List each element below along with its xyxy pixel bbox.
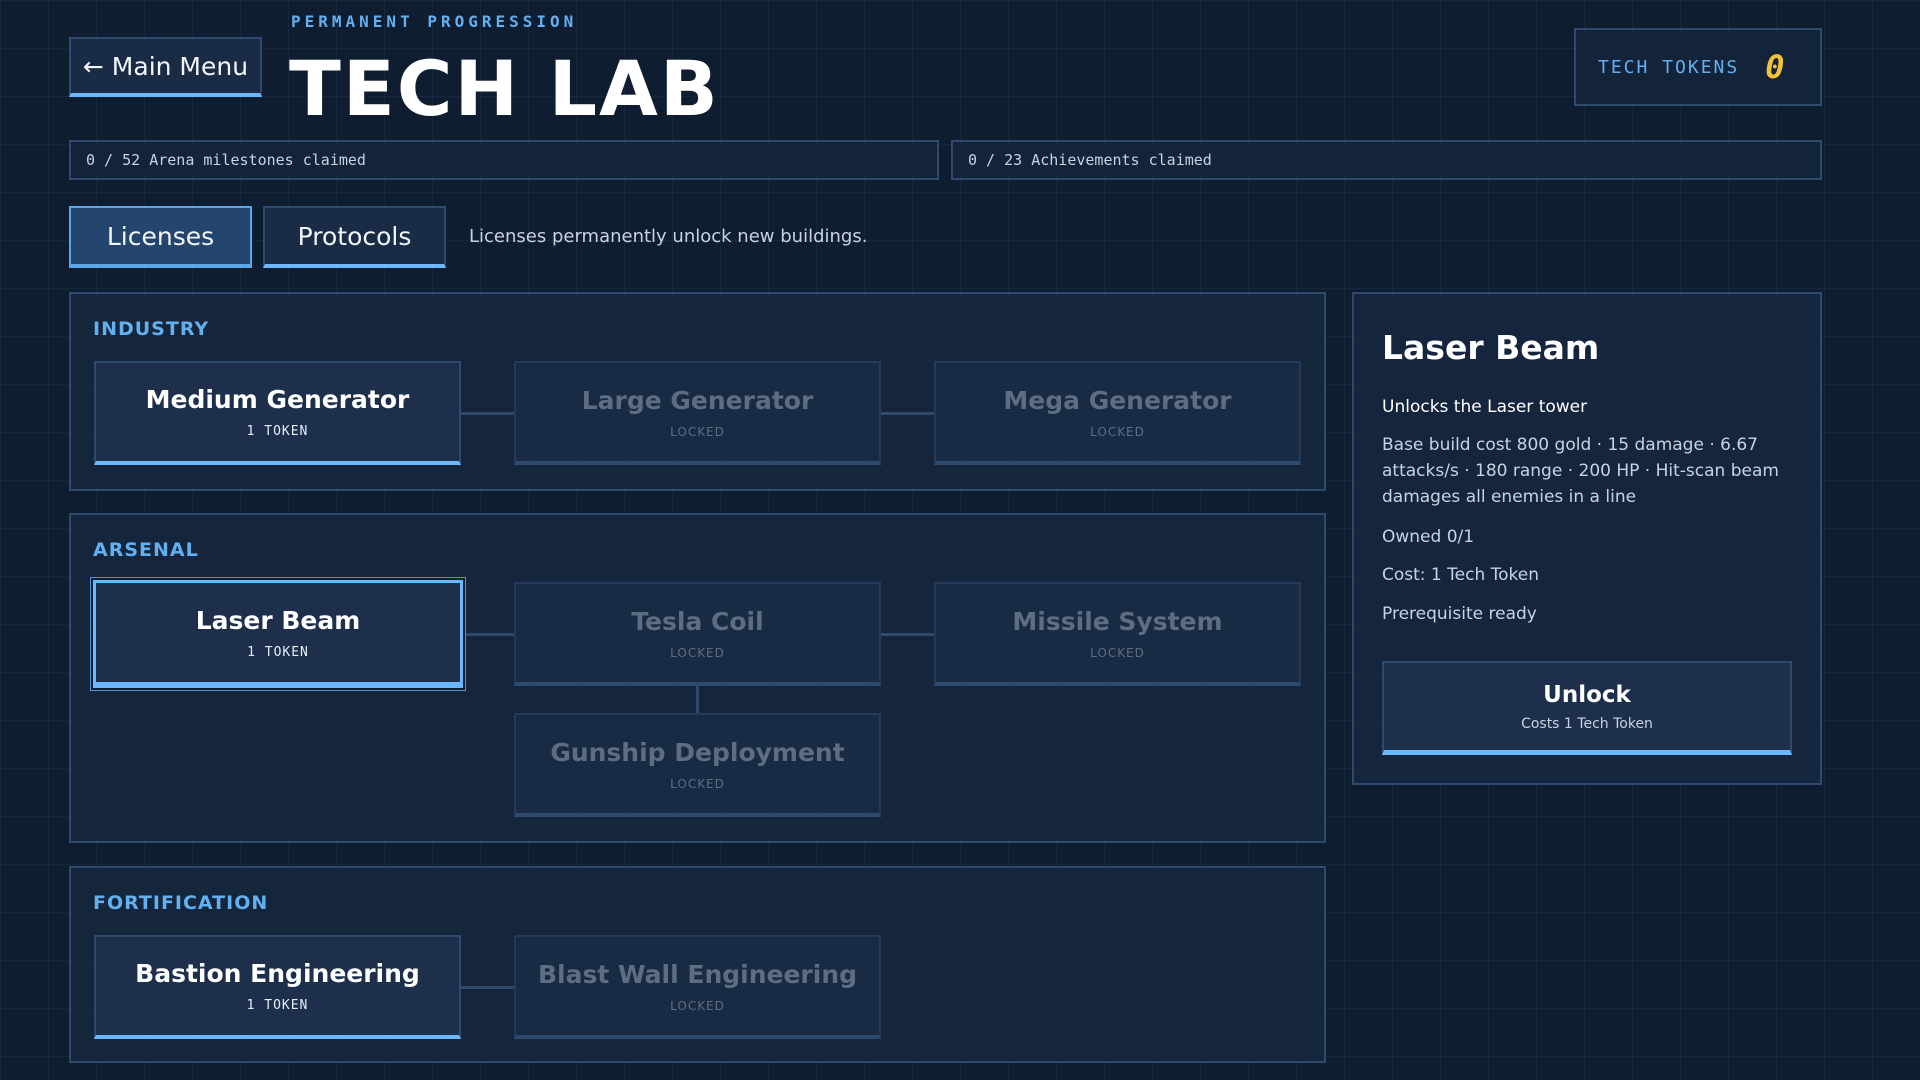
node-name: Gunship Deployment [550,737,845,767]
detail-prerequisite: Prerequisite ready [1382,604,1537,624]
node-status: LOCKED [670,776,725,791]
license-detail-panel: Laser Beam Unlocks the Laser tower Base … [1352,292,1822,785]
detail-description: Base build cost 800 gold · 15 damage · 6… [1382,435,1779,507]
achievements-bar: 0 / 23 Achievements claimed [951,140,1822,180]
license-node-mega-generator[interactable]: Mega Generator LOCKED [934,361,1301,465]
main-menu-button[interactable]: ← Main Menu [69,37,262,97]
node-name: Blast Wall Engineering [537,959,858,989]
tree-connector [461,412,514,415]
node-name: Medium Generator [145,385,410,414]
license-node-blast-wall-engineering[interactable]: Blast Wall Engineering LOCKED [514,935,881,1039]
section-fortification: FORTIFICATION Bastion Engineering 1 TOKE… [69,866,1326,1063]
section-title-arsenal: ARSENAL [93,539,199,561]
tab-description: Licenses permanently unlock new building… [469,226,868,247]
tree-connector [696,686,699,713]
node-status: LOCKED [1090,424,1145,439]
section-arsenal: ARSENAL Laser Beam 1 TOKEN Tesla Coil LO… [69,513,1326,843]
license-node-large-generator[interactable]: Large Generator LOCKED [514,361,881,465]
node-status: LOCKED [670,645,725,660]
node-name: Missile System [1012,606,1223,636]
detail-title: Laser Beam [1382,328,1600,367]
section-title-industry: INDUSTRY [93,318,210,340]
node-name: Bastion Engineering [135,959,420,988]
license-node-tesla-coil[interactable]: Tesla Coil LOCKED [514,582,881,686]
node-name: Large Generator [581,385,814,415]
node-status: LOCKED [1090,645,1145,660]
detail-cost: Cost: 1 Tech Token [1382,565,1539,585]
license-node-medium-generator[interactable]: Medium Generator 1 TOKEN [94,361,461,465]
license-node-missile-system[interactable]: Missile System LOCKED [934,582,1301,686]
license-node-gunship-deployment[interactable]: Gunship Deployment LOCKED [514,713,881,817]
detail-owned: Owned 0/1 [1382,527,1475,547]
license-node-laser-beam[interactable]: Laser Beam 1 TOKEN [93,580,463,688]
tab-licenses[interactable]: Licenses [69,206,252,268]
arena-milestones-bar: 0 / 52 Arena milestones claimed [69,140,939,180]
tab-protocols[interactable]: Protocols [263,206,446,268]
section-industry: INDUSTRY Medium Generator 1 TOKEN Large … [69,292,1326,491]
unlock-button-label: Unlock [1543,681,1631,708]
tree-connector [881,412,934,415]
achievements-text: 0 / 23 Achievements claimed [968,151,1212,169]
unlock-button-cost: Costs 1 Tech Token [1521,715,1653,732]
node-status: LOCKED [670,424,725,439]
node-cost: 1 TOKEN [247,644,309,660]
tech-tokens-label: TECH TOKENS [1598,56,1740,78]
node-cost: 1 TOKEN [246,998,309,1013]
tree-connector [881,633,934,636]
node-name: Tesla Coil [631,606,764,636]
section-title-fortification: FORTIFICATION [93,892,269,914]
node-name: Mega Generator [1003,385,1232,415]
node-name: Laser Beam [195,605,361,635]
tree-connector [461,633,514,636]
tree-connector [461,986,514,989]
tech-tokens-counter: TECH TOKENS 0 [1574,28,1822,106]
arena-milestones-text: 0 / 52 Arena milestones claimed [86,151,366,169]
page-subtitle: PERMANENT PROGRESSION [291,12,578,31]
node-cost: 1 TOKEN [246,424,309,439]
detail-unlocks: Unlocks the Laser tower [1382,397,1588,417]
unlock-button[interactable]: Unlock Costs 1 Tech Token [1382,661,1792,755]
page-title: TECH LAB [289,44,720,133]
tech-tokens-value: 0 [1765,48,1785,86]
node-status: LOCKED [670,998,725,1013]
license-node-bastion-engineering[interactable]: Bastion Engineering 1 TOKEN [94,935,461,1039]
